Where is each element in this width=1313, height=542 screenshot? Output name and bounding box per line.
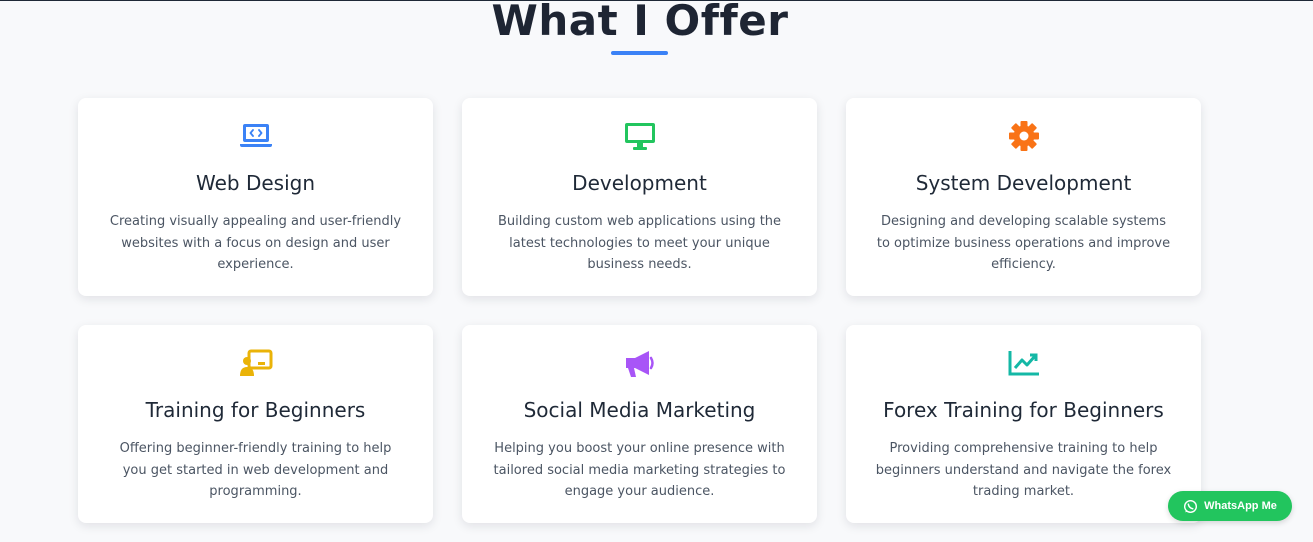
chalkboard-teacher-icon: [239, 347, 273, 379]
title-underline: [611, 51, 668, 55]
service-card-forex: Forex Training for Beginners Providing c…: [846, 325, 1201, 523]
service-description: Helping you boost your online presence w…: [493, 441, 786, 499]
whatsapp-label: WhatsApp Me: [1204, 500, 1277, 512]
service-card-training: Training for Beginners Offering beginner…: [78, 325, 433, 523]
service-title: System Development: [915, 171, 1132, 195]
service-card-web-design: Web Design Creating visually appealing a…: [78, 98, 433, 296]
service-description: Offering beginner-friendly training to h…: [119, 441, 392, 499]
service-description: Building custom web applications using t…: [497, 214, 782, 272]
section-title: What I Offer: [491, 0, 789, 45]
service-description: Designing and developing scalable system…: [876, 214, 1171, 272]
whatsapp-icon: [1183, 499, 1198, 514]
gear-icon: [1007, 120, 1041, 152]
bullhorn-icon: [623, 347, 657, 379]
chart-line-icon: [1007, 347, 1041, 379]
service-title: Social Media Marketing: [523, 398, 756, 422]
desktop-monitor-icon: [623, 120, 657, 152]
service-description: Creating visually appealing and user-fri…: [109, 214, 402, 272]
service-title: Development: [572, 171, 707, 195]
service-card-system-development: System Development Designing and develop…: [846, 98, 1201, 296]
service-title: Training for Beginners: [145, 398, 366, 422]
service-description: Providing comprehensive training to help…: [875, 441, 1172, 499]
laptop-code-icon: [239, 120, 273, 152]
service-title: Web Design: [195, 171, 315, 195]
whatsapp-button[interactable]: WhatsApp Me: [1168, 491, 1292, 521]
service-title: Forex Training for Beginners: [883, 398, 1164, 422]
service-card-development: Development Building custom web applicat…: [462, 98, 817, 296]
service-card-social-media: Social Media Marketing Helping you boost…: [462, 325, 817, 523]
